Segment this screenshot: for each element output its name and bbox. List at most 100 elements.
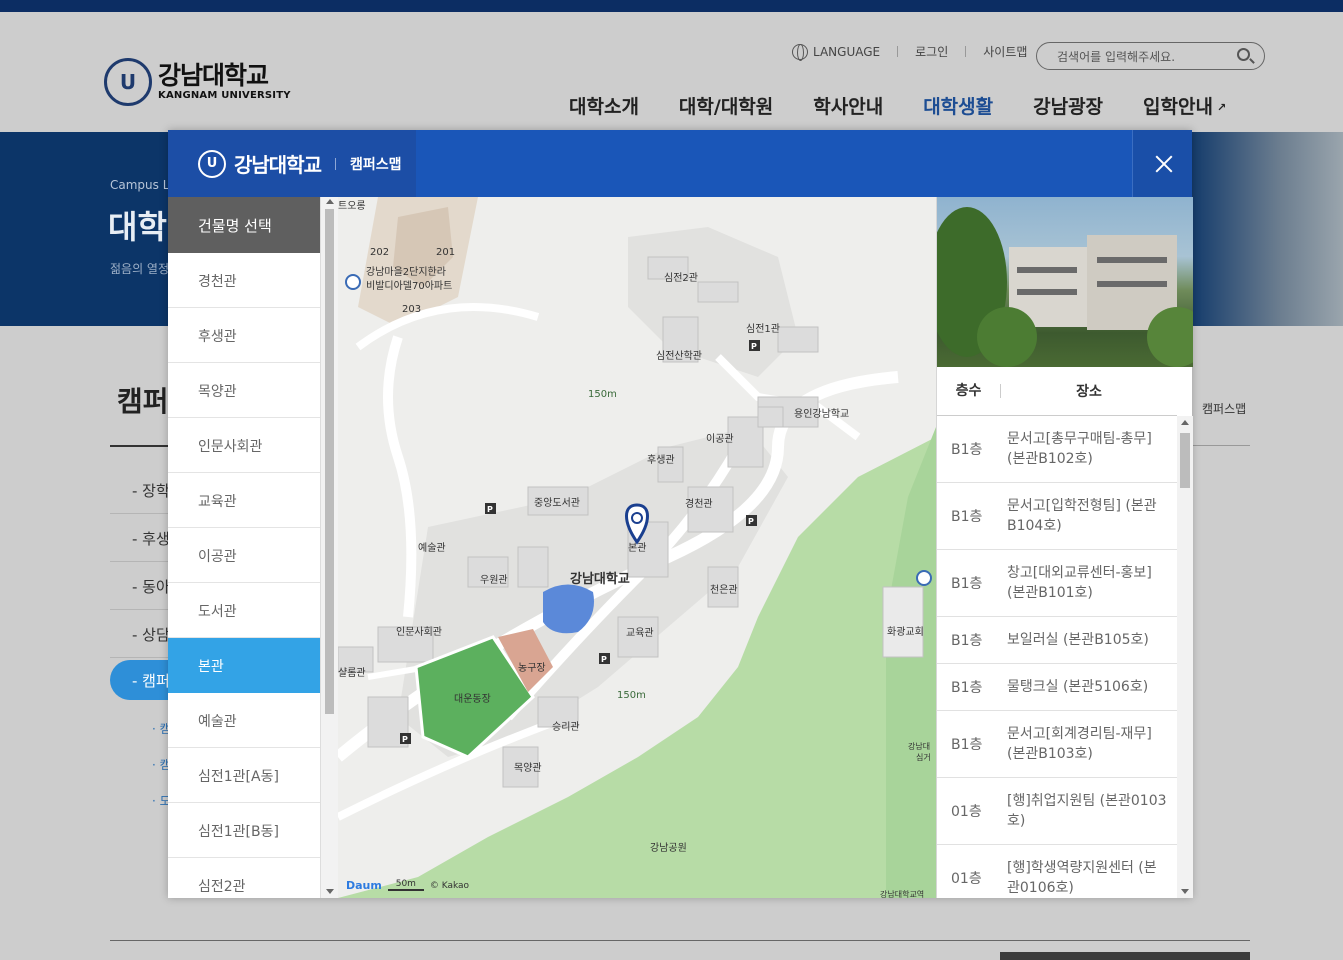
table-row[interactable]: B1층 보일러실 (본관B105호) — [937, 617, 1177, 664]
map-label: 강남공원 — [650, 843, 687, 854]
building-item[interactable]: 심전1관[B동] — [168, 803, 320, 858]
map-label: 우원관 — [480, 575, 508, 586]
globe-icon — [792, 43, 808, 61]
search-input[interactable]: 검색어를 입력해주세요. — [1036, 42, 1265, 70]
map-footer: Daum 50m © Kakao — [346, 879, 469, 892]
building-item[interactable]: 심전1관[A동] — [168, 748, 320, 803]
lnb-item[interactable]: - 상담 — [110, 610, 170, 658]
place-cell: 보일러실 (본관B105호) — [1007, 632, 1149, 648]
place-cell: [행]취업지원팀 (본관0103호) — [1007, 793, 1167, 829]
nav-about[interactable]: 대학소개 — [569, 92, 639, 119]
logo-emblem-icon: U — [104, 58, 152, 106]
table-row[interactable]: B1층 문서고[입학전형팀] (본관B104호) — [937, 483, 1177, 550]
place-column-header: 장소 — [1076, 384, 1102, 400]
building-item[interactable]: 후생관 — [168, 308, 320, 363]
nav-academics[interactable]: 학사안내 — [813, 92, 883, 119]
util-divider — [965, 46, 967, 57]
svg-text:P: P — [487, 505, 493, 514]
modal-title: 캠퍼스맵 — [350, 156, 402, 173]
map-label: 농구장 — [518, 663, 546, 674]
map-label: 후생관 — [647, 455, 675, 466]
floor-cell: 01층 — [951, 804, 982, 820]
floor-cell: B1층 — [951, 509, 983, 525]
building-list-scrollbar[interactable] — [320, 197, 338, 898]
visual-title: 대학 — [108, 208, 167, 246]
svg-text:P: P — [751, 342, 757, 351]
building-item[interactable]: 인문사회관 — [168, 418, 320, 473]
nav-campus-life[interactable]: 대학생활 — [923, 92, 993, 119]
site-header: U 강남대학교 KANGNAM UNIVERSITY LANGUAGE 로그인 … — [0, 12, 1343, 132]
table-row[interactable]: 01층 [행]학생역량지원센터 (본관0106호) — [937, 845, 1177, 898]
nav-plaza[interactable]: 강남광장 — [1033, 92, 1103, 119]
table-row[interactable]: B1층 문서고[총무구매팀-총무](본관B102호) — [937, 416, 1177, 483]
map-label: 화광교회 — [887, 627, 924, 638]
map-label: 용인강남학교 — [794, 409, 850, 420]
map-copyright: © Kakao — [429, 880, 470, 891]
floor-table: B1층 문서고[총무구매팀-총무](본관B102호) B1층 문서고[입학전형팀] … — [937, 416, 1177, 898]
sitemap-link[interactable]: 사이트맵 — [983, 43, 1027, 60]
login-link[interactable]: 로그인 — [915, 43, 948, 60]
table-row[interactable]: B1층 문서고[회계경리팀-재무](본관B103호) — [937, 711, 1177, 778]
floor-table-scrollbar[interactable] — [1177, 416, 1193, 898]
building-item[interactable]: 목양관 — [168, 363, 320, 418]
map-label: 승리관 — [552, 722, 580, 733]
building-item[interactable]: 경천관 — [168, 253, 320, 308]
building-item[interactable]: 예술관 — [168, 693, 320, 748]
top-strip — [0, 0, 1343, 12]
scroll-up-icon[interactable] — [1181, 420, 1189, 425]
daum-logo[interactable]: Daum — [346, 879, 382, 892]
nav-colleges[interactable]: 대학/대학원 — [679, 92, 773, 119]
scroll-thumb[interactable] — [1180, 433, 1190, 488]
floor-cell: B1층 — [951, 633, 983, 649]
table-row[interactable]: B1층 창고[대외교류센터-홍보](본관B101호) — [937, 550, 1177, 617]
photo-tree — [977, 307, 1037, 367]
map-label: 심전산학관 — [656, 351, 702, 362]
lnb-item[interactable]: - 장학 — [110, 466, 170, 514]
campus-map[interactable]: P P P P P 트오롱 202 201 강남마을2단지한라 비발디아델70아파트 2… — [338, 197, 936, 898]
scroll-down-icon[interactable] — [326, 889, 334, 894]
search-icon[interactable] — [1237, 48, 1250, 61]
language-link[interactable]: LANGUAGE — [792, 43, 880, 61]
map-label: 교육관 — [626, 628, 654, 639]
map-label: 예술관 — [418, 543, 446, 554]
building-photo — [937, 197, 1193, 367]
map-label: 트오롱 — [338, 201, 366, 212]
lnb-item[interactable]: - 후생 — [110, 514, 170, 562]
university-emblem-icon: U — [198, 149, 226, 178]
floor-cell: B1층 — [951, 576, 983, 592]
table-row[interactable]: B1층 물탱크실 (본관5106호) — [937, 664, 1177, 711]
visual-photo — [1183, 132, 1343, 326]
nav-admission[interactable]: 입학안내 ↗ — [1143, 92, 1226, 119]
campus-map-modal: U 강남대학교 캠퍼스맵 건물명 선택 경천관 후생관 목양관 인문사회관 교육… — [168, 130, 1193, 898]
table-row[interactable]: 01층 [행]취업지원팀 (본관0103호) — [937, 778, 1177, 845]
building-item[interactable]: 심전2관 — [168, 858, 320, 898]
svg-text:P: P — [601, 655, 607, 664]
map-label: 강남마을2단지한라 — [366, 267, 446, 278]
place-cell: 창고[대외교류센터-홍보](본관B101호) — [1007, 565, 1152, 601]
map-label: 201 — [436, 247, 456, 258]
logo-korean: 강남대학교 — [158, 61, 269, 90]
lnb-item-active[interactable]: - 캠퍼 — [110, 660, 170, 700]
breadcrumb[interactable]: 캠퍼스맵 — [1202, 400, 1246, 417]
map-label: 심거 — [916, 753, 931, 762]
place-cell: 물탱크실 (본관5106호) — [1007, 679, 1149, 695]
scroll-up-icon[interactable] — [326, 199, 334, 204]
building-item-active[interactable]: 본관 — [168, 638, 320, 693]
svg-text:P: P — [402, 735, 408, 744]
scroll-down-icon[interactable] — [1181, 889, 1189, 894]
floor-cell: B1층 — [951, 442, 983, 458]
lnb-item[interactable]: - 동아 — [110, 562, 170, 610]
building-item[interactable]: 교육관 — [168, 473, 320, 528]
building-item[interactable]: 도서관 — [168, 583, 320, 638]
close-icon[interactable] — [1132, 130, 1192, 197]
map-label: 심전2관 — [664, 273, 698, 284]
building-item[interactable]: 이공관 — [168, 528, 320, 583]
scroll-thumb[interactable] — [325, 209, 334, 714]
place-cell: [행]학생역량지원센터 (본관0106호) — [1007, 860, 1157, 896]
modal-brand: U 강남대학교 캠퍼스맵 — [168, 130, 416, 197]
photo-window — [1097, 281, 1167, 287]
site-logo[interactable]: U 강남대학교 KANGNAM UNIVERSITY — [104, 58, 291, 106]
modal-brand-divider — [335, 157, 336, 170]
map-label-university: 강남대학교 — [570, 572, 630, 587]
map-label: 150m — [617, 690, 646, 701]
